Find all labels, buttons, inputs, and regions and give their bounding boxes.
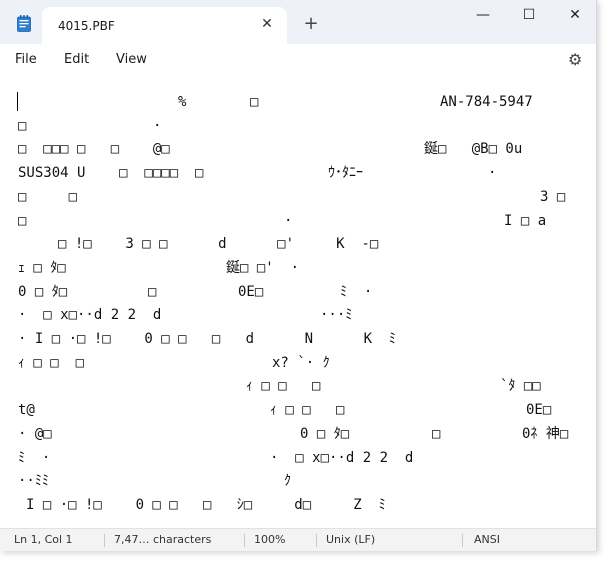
text-editor-area[interactable]: % □ AN-784-5947 □ · □ □□□ □ □ @□ 鋋□ @B□ 0u SUS3… — [0, 78, 596, 528]
title-bar: 4015.PBF ✕ + — ☐ ✕ — [0, 0, 596, 44]
text-segment: I □ a — [504, 212, 547, 229]
text-line: □ !□ 3 □ □ d □' K -□ — [0, 233, 596, 255]
menu-view[interactable]: View — [116, 52, 147, 67]
text-segment: □ — [250, 94, 259, 110]
new-tab-icon[interactable]: + — [302, 15, 320, 33]
text-segment: □ — [148, 283, 157, 300]
status-bar: Ln 1, Col 1 7,47… characters 100% Unix (… — [0, 528, 596, 551]
text-line: ﾐ · · □ x□··d 2 2 d — [0, 447, 596, 469]
status-divider — [104, 534, 105, 547]
text-segment: SUS304 U □ □□□□ □ — [18, 165, 204, 182]
text-segment: ··ﾐﾐ — [18, 473, 49, 490]
text-line: SUS304 U □ □□□□ □ ｳ･ﾀﾆｰ · — [0, 162, 596, 184]
text-segment: ﾐ · — [340, 283, 373, 300]
minimize-icon[interactable]: — — [460, 5, 506, 33]
status-divider — [316, 534, 317, 547]
text-segment: ｳ･ﾀﾆｰ — [328, 165, 363, 182]
tab-title: 4015.PBF — [58, 19, 115, 33]
close-tab-icon[interactable]: ✕ — [259, 16, 275, 32]
text-segment: ···ﾐ — [320, 307, 353, 324]
text-segment: 0ﾈ 神□ — [522, 425, 569, 442]
close-window-icon[interactable]: ✕ — [552, 5, 596, 33]
text-line: □ □ 3 □ — [0, 186, 596, 208]
text-segment: ｸ — [284, 473, 291, 490]
text-segment: x? `· ｸ — [272, 354, 330, 371]
text-segment: ｨ □ □ □ — [246, 378, 321, 395]
text-segment: 0E□ — [238, 283, 264, 300]
status-zoom[interactable]: 100% — [254, 533, 285, 546]
text-line: · I □ ·□ !□ 0 □ □ □ d N K ﾐ — [0, 328, 596, 350]
text-segment: □ — [18, 212, 27, 229]
text-segment: □ □ — [18, 188, 78, 205]
status-encoding[interactable]: ANSI — [474, 533, 500, 546]
text-segment: 鋋□ @B□ 0u — [424, 141, 523, 158]
maximize-icon[interactable]: ☐ — [506, 5, 552, 33]
text-line: □ · I □ a — [0, 210, 596, 232]
text-line: ｨ □ □ □ x? `· ｸ — [0, 352, 596, 374]
notepad-window: 4015.PBF ✕ + — ☐ ✕ File Edit View ⚙ % □ AN… — [0, 0, 597, 551]
text-line: · □ x□··d 2 2 d ···ﾐ — [0, 304, 596, 326]
settings-gear-icon[interactable]: ⚙ — [568, 51, 586, 69]
text-line: ｨ □ □ □ `ﾀ □□ — [0, 375, 596, 397]
menu-file[interactable]: File — [15, 52, 37, 67]
text-segment: · @□ — [18, 425, 52, 442]
text-segment: I □ ·□ !□ 0 □ □ □ ｼ□ d□ Z ﾐ — [26, 496, 386, 513]
text-line: □ □□□ □ □ @□ 鋋□ @B□ 0u — [0, 138, 596, 160]
text-segment: t@ — [18, 402, 35, 419]
status-divider — [244, 534, 245, 547]
text-segment: ｨ □ □ □ — [18, 354, 85, 371]
menu-edit[interactable]: Edit — [64, 52, 89, 67]
text-segment: · — [153, 117, 162, 134]
text-segment: AN-784-5947 — [440, 94, 533, 110]
text-segment: · — [284, 212, 293, 229]
text-line: ··ﾐﾐ ｸ — [0, 470, 596, 492]
text-segment: · I □ ·□ !□ 0 □ □ □ d N K ﾐ — [18, 331, 396, 347]
text-line: □ · — [0, 115, 596, 137]
text-segment: · — [488, 165, 497, 182]
text-segment: ｪ □ ﾀ□ — [18, 259, 66, 276]
tab-4015-pbf[interactable]: 4015.PBF ✕ — [42, 7, 287, 44]
text-segment: 鋋□ □' · — [226, 259, 300, 276]
text-segment: 0 □ ﾀ□ — [300, 425, 350, 442]
text-segment: □ □□□ □ □ @□ — [18, 141, 170, 158]
notepad-app-icon — [17, 15, 31, 32]
status-line-ending[interactable]: Unix (LF) — [326, 533, 375, 546]
text-segment: ﾐ · — [18, 449, 51, 466]
text-segment: □ !□ 3 □ □ d □' K -□ — [58, 236, 379, 253]
status-divider — [462, 534, 463, 547]
text-segment: 0E□ — [526, 402, 552, 419]
text-line: t@ ｨ □ □ □ 0E□ — [0, 399, 596, 421]
text-caret — [17, 92, 18, 111]
text-segment: 0 □ ﾀ□ — [18, 283, 68, 300]
text-line: 0 □ ﾀ□ □ 0E□ ﾐ · — [0, 281, 596, 303]
text-segment: · □ x□··d 2 2 d — [18, 307, 162, 324]
text-segment: % — [178, 94, 187, 110]
status-character-count: 7,47… characters — [114, 533, 212, 546]
text-segment: □ — [18, 117, 27, 134]
text-segment: 3 □ — [540, 188, 566, 205]
text-segment: `ﾀ □□ — [500, 378, 541, 395]
text-line: · @□ 0 □ ﾀ□ □ 0ﾈ 神□ — [0, 423, 596, 445]
text-segment: ｨ □ □ □ — [270, 402, 345, 419]
text-line: I □ ·□ !□ 0 □ □ □ ｼ□ d□ Z ﾐ — [0, 494, 596, 516]
text-line: % □ AN-784-5947 — [0, 91, 596, 113]
text-segment: □ — [432, 425, 441, 442]
status-cursor-position: Ln 1, Col 1 — [14, 533, 73, 546]
text-segment: · □ x□··d 2 2 d — [270, 449, 414, 466]
text-line: ｪ □ ﾀ□ 鋋□ □' · — [0, 257, 596, 279]
menu-bar: File Edit View ⚙ — [0, 44, 596, 76]
